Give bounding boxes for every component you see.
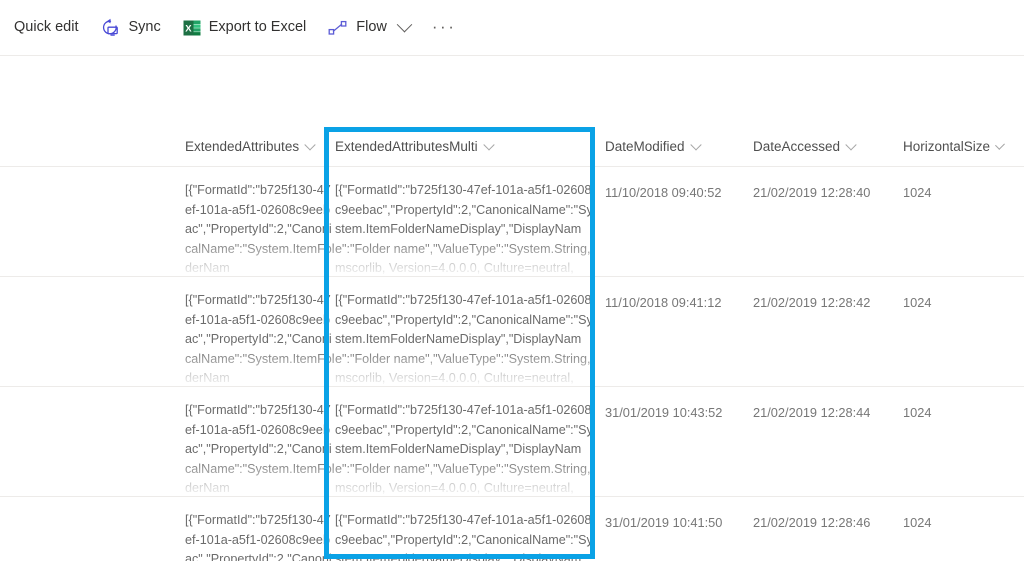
column-header-horizontalsize[interactable]: HorizontalSize xyxy=(903,126,1003,167)
cell-datemodified: 11/10/2018 09:41:12 xyxy=(605,293,745,313)
cell-horizontalsize: 1024 xyxy=(903,513,1003,533)
cell-extendedattributesmulti: [{"FormatId":"b725f130-47ef-101a-a5f1-02… xyxy=(335,291,595,389)
sync-icon xyxy=(100,18,120,38)
export-to-excel-button[interactable]: X Export to Excel xyxy=(173,8,317,48)
cell-dateaccessed: 21/02/2019 12:28:46 xyxy=(753,513,893,533)
column-header-label: DateModified xyxy=(605,139,685,154)
svg-text:X: X xyxy=(185,23,192,34)
cell-datemodified: 31/01/2019 10:43:52 xyxy=(605,403,745,423)
table-row[interactable]: [{"FormatId":"b725f130-47ef-101a-a5f1-02… xyxy=(0,497,1024,561)
cell-dateaccessed: 21/02/2019 12:28:40 xyxy=(753,183,893,203)
table-row[interactable]: [{"FormatId":"b725f130-47ef-101a-a5f1-02… xyxy=(0,277,1024,387)
cell-extendedattributesmulti: [{"FormatId":"b725f130-47ef-101a-a5f1-02… xyxy=(335,181,595,279)
overflow-icon: ··· xyxy=(432,22,456,32)
chevron-down-icon xyxy=(304,139,315,150)
chevron-down-icon xyxy=(845,139,856,150)
cell-extendedattributes: [{"FormatId":"b725f130-47ef-101a-a5f1-02… xyxy=(185,401,335,499)
cell-extendedattributesmulti: [{"FormatId":"b725f130-47ef-101a-a5f1-02… xyxy=(335,511,595,561)
chevron-down-icon xyxy=(690,139,701,150)
more-options-button[interactable]: ··· xyxy=(422,8,466,48)
chevron-down-icon xyxy=(995,139,1005,149)
flow-label: Flow xyxy=(356,20,387,35)
column-header-label: ExtendedAttributes xyxy=(185,139,299,154)
column-header-datemodified[interactable]: DateModified xyxy=(605,126,745,167)
chevron-down-icon xyxy=(483,139,494,150)
table-row[interactable]: [{"FormatId":"b725f130-47ef-101a-a5f1-02… xyxy=(0,167,1024,277)
excel-icon: X xyxy=(183,19,201,37)
cell-dateaccessed: 21/02/2019 12:28:42 xyxy=(753,293,893,313)
cell-extendedattributesmulti: [{"FormatId":"b725f130-47ef-101a-a5f1-02… xyxy=(335,401,595,499)
cell-horizontalsize: 1024 xyxy=(903,403,1003,423)
page-root: Quick edit Sync xyxy=(0,0,1024,561)
column-header-extendedattributesmulti[interactable]: ExtendedAttributesMulti xyxy=(335,126,595,167)
quick-edit-button[interactable]: Quick edit xyxy=(4,8,88,48)
sync-button[interactable]: Sync xyxy=(90,8,170,48)
flow-icon xyxy=(328,20,348,36)
cell-extendedattributes: [{"FormatId":"b725f130-47ef-101a-a5f1-02… xyxy=(185,181,335,279)
grid-header-row: ExtendedAttributes ExtendedAttributesMul… xyxy=(0,126,1024,167)
column-header-label: HorizontalSize xyxy=(903,139,990,154)
cell-datemodified: 11/10/2018 09:40:52 xyxy=(605,183,745,203)
cell-horizontalsize: 1024 xyxy=(903,293,1003,313)
cell-horizontalsize: 1024 xyxy=(903,183,1003,203)
chevron-down-icon xyxy=(397,17,413,33)
list-grid: ExtendedAttributes ExtendedAttributesMul… xyxy=(0,126,1024,561)
export-to-excel-label: Export to Excel xyxy=(209,20,307,35)
flow-button[interactable]: Flow xyxy=(318,8,420,48)
cell-extendedattributes: [{"FormatId":"b725f130-47ef-101a-a5f1-02… xyxy=(185,511,335,561)
cell-dateaccessed: 21/02/2019 12:28:44 xyxy=(753,403,893,423)
command-bar: Quick edit Sync xyxy=(0,0,1024,56)
column-header-extendedattributes[interactable]: ExtendedAttributes xyxy=(185,126,335,167)
column-header-label: DateAccessed xyxy=(753,139,840,154)
table-row[interactable]: [{"FormatId":"b725f130-47ef-101a-a5f1-02… xyxy=(0,387,1024,497)
quick-edit-label: Quick edit xyxy=(14,20,78,35)
sync-label: Sync xyxy=(128,20,160,35)
column-header-dateaccessed[interactable]: DateAccessed xyxy=(753,126,893,167)
column-header-label: ExtendedAttributesMulti xyxy=(335,139,478,154)
cell-datemodified: 31/01/2019 10:41:50 xyxy=(605,513,745,533)
cell-extendedattributes: [{"FormatId":"b725f130-47ef-101a-a5f1-02… xyxy=(185,291,335,389)
